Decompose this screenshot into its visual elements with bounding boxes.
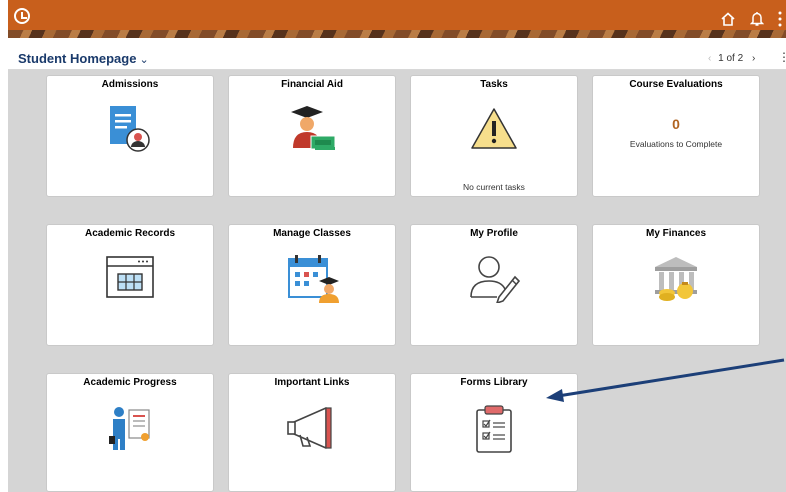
tile-my-profile[interactable]: My Profile [410, 224, 578, 346]
next-page-button[interactable]: › [752, 53, 755, 64]
clipboard-checklist-icon [476, 405, 512, 453]
graduate-money-icon [291, 106, 336, 150]
more-options-icon[interactable] [778, 10, 782, 28]
page-indicator: 1 of 2 [718, 53, 744, 64]
tile-academic-records[interactable]: Academic Records [46, 224, 214, 346]
tile-financial-aid[interactable]: Financial Aid [228, 75, 396, 197]
tile-title: My Finances [645, 228, 707, 239]
tile-title: Manage Classes [273, 228, 351, 239]
chevron-down-icon: ⌄ [139, 54, 149, 66]
tile-title: My Profile [470, 228, 518, 239]
annotation-arrow [546, 358, 785, 402]
notification-bell-icon[interactable] [750, 11, 764, 27]
tile-tasks[interactable]: Tasks No current tasks [410, 75, 578, 197]
evaluations-label: Evaluations to Complete [629, 139, 723, 149]
tile-title: Admissions [101, 79, 159, 90]
tile-title: Course Evaluations [629, 79, 723, 90]
megaphone-icon [287, 407, 332, 449]
page-title: Student Homepage [18, 51, 137, 66]
home-icon[interactable] [721, 12, 735, 26]
warning-triangle-icon [471, 108, 517, 149]
tile-title: Important Links [274, 377, 350, 388]
evaluations-count: 0 [672, 116, 680, 132]
page-title-bar: Student Homepage ⌄ ‹ 1 of 2 › ⋮ [8, 44, 786, 70]
tile-my-finances[interactable]: My Finances [592, 224, 760, 346]
records-window-icon [106, 256, 154, 298]
tile-title: Tasks [480, 79, 508, 90]
class-calendar-icon [288, 255, 339, 303]
banner-pattern [8, 30, 786, 38]
tile-title: Academic Progress [83, 377, 177, 388]
tile-manage-classes[interactable]: Manage Classes [228, 224, 396, 346]
bank-finances-icon [655, 257, 697, 301]
admissions-document-icon [110, 106, 150, 152]
homepage-pager: ‹ 1 of 2 › [708, 53, 755, 64]
homepage-selector[interactable]: Student Homepage ⌄ [18, 51, 149, 66]
window-edge [0, 0, 8, 492]
page-actions-icon[interactable]: ⋮ [778, 50, 786, 64]
tile-title: Financial Aid [281, 79, 343, 90]
previous-page-button[interactable]: ‹ [708, 53, 711, 64]
tasks-status-text: No current tasks [463, 182, 525, 192]
tile-academic-progress[interactable]: Academic Progress [46, 373, 214, 492]
history-icon[interactable] [14, 8, 30, 24]
tile-important-links[interactable]: Important Links [228, 373, 396, 492]
academic-progress-icon [109, 407, 150, 450]
tile-admissions[interactable]: Admissions [46, 75, 214, 197]
tile-course-evaluations[interactable]: Course Evaluations 0 Evaluations to Comp… [592, 75, 760, 197]
profile-edit-icon [470, 256, 521, 303]
tile-title: Academic Records [84, 228, 176, 239]
top-banner [8, 0, 786, 38]
